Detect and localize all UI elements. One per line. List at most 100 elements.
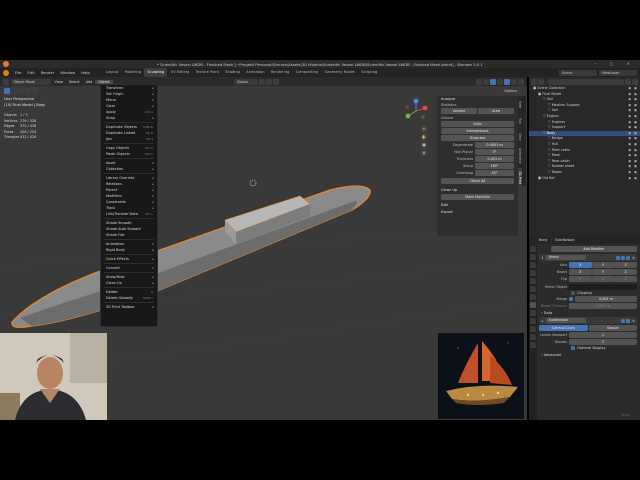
levels-viewport-field[interactable]: 1 bbox=[569, 332, 637, 338]
select-extend-icon[interactable] bbox=[17, 88, 24, 94]
tab-scripting[interactable]: Scripting bbox=[358, 68, 380, 77]
subsurf-close-icon[interactable]: ✕ bbox=[632, 319, 635, 323]
scene-selector[interactable]: Scene bbox=[559, 69, 597, 76]
subsurf-viewport-icon[interactable] bbox=[620, 318, 625, 323]
menu-select[interactable]: Select bbox=[66, 80, 83, 84]
outliner-editor-icon[interactable] bbox=[531, 78, 537, 85]
menu-view[interactable]: View bbox=[52, 80, 66, 84]
overhang-field[interactable]: 45° bbox=[475, 170, 514, 176]
3d-cursor-icon[interactable] bbox=[249, 179, 257, 187]
object-menu-dropdown[interactable]: Transform ▸ Set Origin ▸ Mirror ▸ Clear ▸ Apply C… bbox=[100, 84, 158, 327]
degenerate-field[interactable]: 0.0001 m bbox=[475, 142, 514, 148]
sidebar-tab-view[interactable]: View bbox=[518, 130, 522, 144]
sidebar-tab-item[interactable]: Item bbox=[518, 98, 522, 112]
pan-hand-icon[interactable]: ✋ bbox=[421, 134, 427, 140]
shading-material-icon[interactable] bbox=[511, 78, 517, 85]
flip-y-toggle[interactable]: Y bbox=[591, 276, 615, 282]
tab-modeling[interactable]: Modeling bbox=[121, 68, 144, 77]
axis-y-toggle[interactable]: Y bbox=[591, 262, 615, 268]
sidebar-tab-animation[interactable]: Animation bbox=[518, 146, 522, 166]
sidebar-tab-3d-print[interactable]: 3D-Print bbox=[518, 168, 522, 186]
tab-geometry-nodes[interactable]: Geometry Nodes bbox=[321, 68, 358, 77]
blender-logo-icon[interactable] bbox=[3, 69, 9, 76]
display-mode-icon[interactable] bbox=[538, 78, 544, 85]
select-box-icon[interactable] bbox=[3, 88, 10, 94]
tab-compositing[interactable]: Compositing bbox=[293, 68, 322, 77]
catmull-clark-button[interactable]: Catmull-Clark bbox=[539, 325, 588, 331]
object-menu-item-clean-up[interactable]: Clean Up ▸ bbox=[101, 280, 157, 286]
select-mode-icon[interactable] bbox=[10, 88, 17, 94]
zoom-icon[interactable]: + bbox=[421, 126, 427, 132]
render-levels-field[interactable]: 2 bbox=[569, 339, 637, 345]
panel-clean-up-header[interactable]: Clean Up bbox=[437, 187, 518, 194]
options-dropdown[interactable]: Options bbox=[501, 88, 523, 94]
panel-edit-header[interactable]: Edit bbox=[437, 202, 518, 209]
object-menu-item-convert[interactable]: Convert ▸ bbox=[101, 265, 157, 271]
subsurf-name-field[interactable]: Subdivision bbox=[545, 318, 586, 323]
mirror-close-icon[interactable]: ✕ bbox=[632, 256, 635, 260]
distorted-button[interactable]: Distorted bbox=[441, 135, 514, 141]
proportional-edit-icon[interactable] bbox=[273, 78, 280, 85]
menu-help[interactable]: Help bbox=[78, 68, 93, 77]
xray-icon[interactable] bbox=[497, 78, 503, 85]
modifier-wrench-icon[interactable] bbox=[530, 302, 536, 308]
view-layer-tab-icon[interactable] bbox=[530, 270, 536, 276]
panel-analyze-header[interactable]: Analyze bbox=[437, 96, 518, 103]
select-subtract-icon[interactable] bbox=[24, 88, 31, 94]
merge-checkbox[interactable] bbox=[569, 297, 573, 301]
window-controls[interactable]: – ▢ ✕ bbox=[594, 61, 636, 66]
optimal-display-checkbox[interactable] bbox=[571, 346, 575, 350]
navigation-gizmo[interactable] bbox=[403, 98, 429, 124]
object-menu-item-paste-objects[interactable]: Paste Objects Ctrl V bbox=[101, 151, 157, 157]
tab-uv-editing[interactable]: UV Editing bbox=[167, 68, 192, 77]
object-menu-item-delete-globally[interactable]: Delete Globally Shift X bbox=[101, 295, 157, 301]
output-tab-icon[interactable] bbox=[530, 262, 536, 268]
clipping-checkbox[interactable] bbox=[571, 291, 575, 295]
overlays-icon[interactable] bbox=[490, 78, 496, 85]
solid-button[interactable]: Solid bbox=[441, 121, 514, 127]
view-layer-selector[interactable]: ViewLayer bbox=[599, 69, 637, 76]
tool-tab-icon[interactable] bbox=[530, 246, 536, 252]
camera-view-icon[interactable]: ▣ bbox=[421, 142, 427, 148]
snap-icon[interactable] bbox=[266, 78, 273, 85]
tab-layout[interactable]: Layout bbox=[103, 68, 122, 77]
advanced-subpanel[interactable]: › Advanced bbox=[541, 353, 637, 357]
sharp-field[interactable]: 160° bbox=[475, 163, 514, 169]
tab-texture-paint[interactable]: Texture Paint bbox=[193, 68, 223, 77]
shading-solid-icon[interactable] bbox=[504, 78, 510, 85]
tab-rendering[interactable]: Rendering bbox=[268, 68, 293, 77]
menu-add[interactable]: Add bbox=[83, 80, 96, 84]
mirror-render-icon[interactable] bbox=[625, 255, 630, 260]
area-button[interactable]: Area bbox=[478, 108, 514, 114]
object-tab-icon[interactable] bbox=[530, 294, 536, 300]
simple-button[interactable]: Simple bbox=[588, 325, 637, 331]
filter-icon[interactable] bbox=[625, 78, 631, 85]
visibility-toggle-icon[interactable]: ◉ ▣ bbox=[628, 176, 638, 182]
menu-file[interactable]: File bbox=[12, 68, 24, 77]
new-collection-icon[interactable] bbox=[632, 78, 638, 85]
object-menu-item-shade-flat[interactable]: Shade Flat bbox=[101, 232, 157, 238]
visibility-icon[interactable] bbox=[476, 78, 482, 85]
mode-selector[interactable]: Object Mode bbox=[10, 78, 51, 85]
orientation-selector[interactable]: Global bbox=[233, 78, 258, 85]
outliner-tree[interactable]: ▣ Scene Collection ◉ ▣ ▣ Final Model ◉ ▣ ▽ S… bbox=[529, 86, 640, 236]
scene-tab-icon[interactable] bbox=[530, 278, 536, 284]
outliner-item[interactable]: ▣ Old Ref ◉ ▣ bbox=[529, 176, 640, 182]
intersections-button[interactable]: Intersections bbox=[441, 128, 514, 134]
physics-tab-icon[interactable] bbox=[530, 318, 536, 324]
thickness-field[interactable]: 0.001 m bbox=[475, 156, 514, 162]
check-all-button[interactable]: Check All bbox=[441, 178, 514, 184]
mirror-editmode-icon[interactable] bbox=[615, 255, 620, 260]
non-planar-field[interactable]: 5° bbox=[475, 149, 514, 155]
bisect-distance-field[interactable]: 0.001 m bbox=[569, 303, 637, 309]
mirror-object-field[interactable] bbox=[569, 284, 637, 290]
object-menu-item-collection[interactable]: Collection ▸ bbox=[101, 166, 157, 172]
object-menu-item-quick-effects[interactable]: Quick Effects ▸ bbox=[101, 256, 157, 262]
gizmo-toggle-icon[interactable] bbox=[483, 78, 489, 85]
render-tab-icon[interactable] bbox=[530, 254, 536, 260]
object-menu-item-rigid-body[interactable]: Rigid Body ▸ bbox=[101, 247, 157, 253]
editor-type-icon[interactable] bbox=[3, 78, 9, 85]
object-menu-item-snap[interactable]: Snap ▸ bbox=[101, 115, 157, 121]
particles-tab-icon[interactable] bbox=[530, 310, 536, 316]
menu-object[interactable]: Object bbox=[95, 79, 113, 84]
